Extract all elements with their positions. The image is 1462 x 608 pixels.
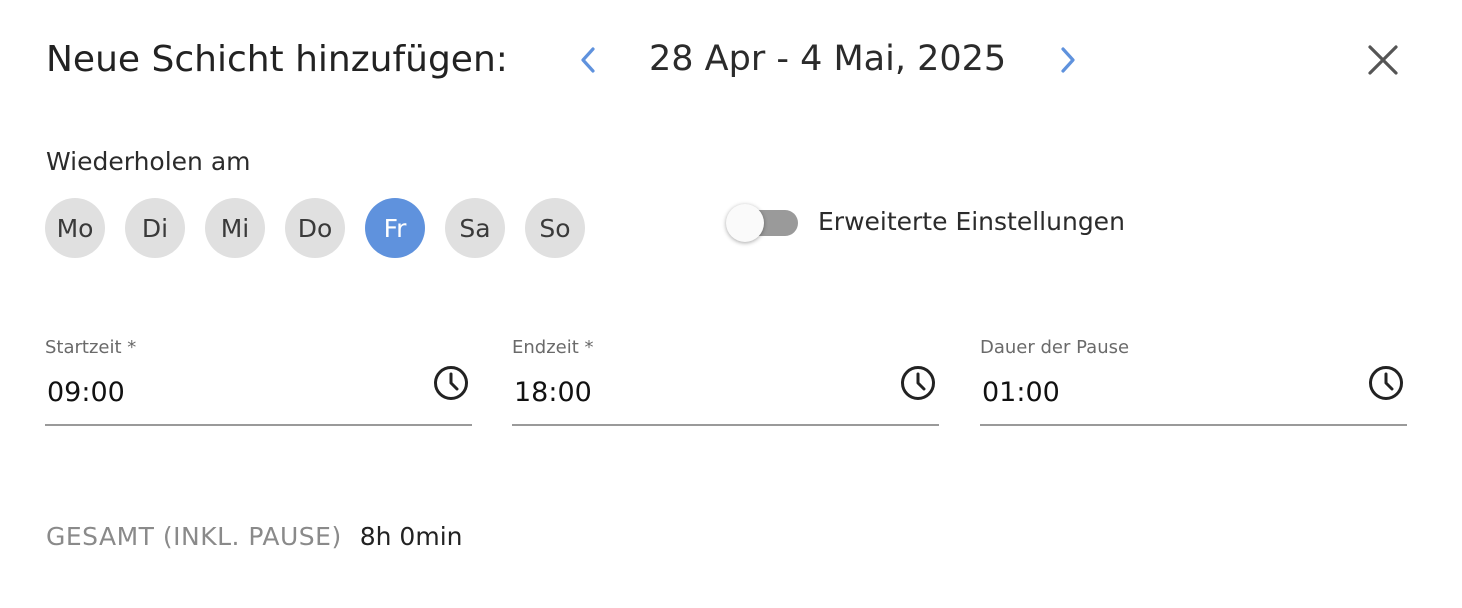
repeat-label: Wiederholen am: [46, 147, 251, 176]
toggle-thumb: [726, 204, 764, 242]
previous-week-button[interactable]: [574, 44, 602, 76]
clock-icon[interactable]: [432, 364, 470, 402]
next-week-button[interactable]: [1054, 44, 1082, 76]
total-summary: GESAMT (INKL. PAUSE) 8h 0min: [46, 520, 462, 554]
dialog-header: Neue Schicht hinzufügen: 28 Apr - 4 Mai,…: [46, 0, 1416, 120]
close-icon: [1368, 45, 1398, 75]
weekday-selector: Mo Di Mi Do Fr Sa So: [45, 198, 605, 258]
pause-duration-label: Dauer der Pause: [980, 337, 1130, 358]
start-time-input[interactable]: [47, 372, 417, 412]
pause-duration-field: Dauer der Pause: [980, 336, 1407, 426]
end-time-label: Endzeit *: [512, 337, 594, 358]
pause-duration-input[interactable]: [982, 372, 1352, 412]
close-button[interactable]: [1364, 41, 1402, 79]
day-button-mi[interactable]: Mi: [205, 198, 265, 258]
week-date-range: 28 Apr - 4 Mai, 2025: [649, 39, 1007, 79]
day-button-fr[interactable]: Fr: [365, 198, 425, 258]
dialog-title: Neue Schicht hinzufügen:: [46, 39, 508, 80]
start-time-label: Startzeit *: [45, 337, 137, 358]
clock-icon[interactable]: [1367, 364, 1405, 402]
start-time-field: Startzeit *: [45, 336, 472, 426]
day-button-mo[interactable]: Mo: [45, 198, 105, 258]
advanced-settings-toggle[interactable]: [726, 203, 800, 243]
chevron-left-icon: [581, 47, 595, 73]
end-time-input[interactable]: [514, 372, 884, 412]
clock-icon[interactable]: [899, 364, 937, 402]
day-button-sa[interactable]: Sa: [445, 198, 505, 258]
day-button-so[interactable]: So: [525, 198, 585, 258]
end-time-field: Endzeit *: [512, 336, 939, 426]
chevron-right-icon: [1061, 47, 1075, 73]
day-button-di[interactable]: Di: [125, 198, 185, 258]
total-label: GESAMT (INKL. PAUSE): [46, 522, 342, 551]
total-value: 8h 0min: [359, 522, 463, 551]
day-button-do[interactable]: Do: [285, 198, 345, 258]
advanced-settings-label: Erweiterte Einstellungen: [818, 207, 1125, 236]
